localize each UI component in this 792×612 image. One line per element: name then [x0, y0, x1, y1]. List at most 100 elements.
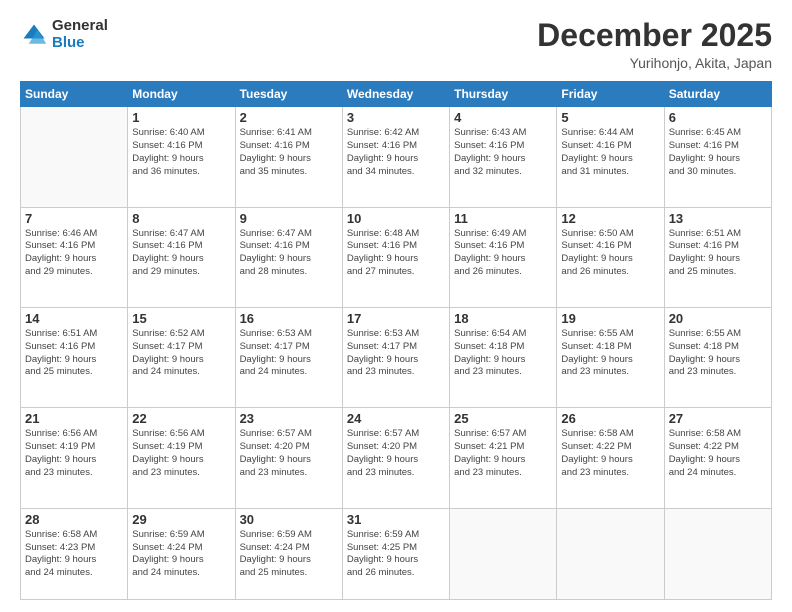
day-number: 15 — [132, 311, 230, 326]
calendar-cell: 8Sunrise: 6:47 AM Sunset: 4:16 PM Daylig… — [128, 207, 235, 307]
day-info: Sunrise: 6:51 AM Sunset: 4:16 PM Dayligh… — [25, 328, 123, 379]
day-info: Sunrise: 6:51 AM Sunset: 4:16 PM Dayligh… — [669, 228, 767, 279]
logo-text: General Blue — [52, 18, 108, 51]
calendar-cell: 11Sunrise: 6:49 AM Sunset: 4:16 PM Dayli… — [450, 207, 557, 307]
calendar-cell: 9Sunrise: 6:47 AM Sunset: 4:16 PM Daylig… — [235, 207, 342, 307]
day-info: Sunrise: 6:47 AM Sunset: 4:16 PM Dayligh… — [132, 228, 230, 279]
day-info: Sunrise: 6:58 AM Sunset: 4:22 PM Dayligh… — [561, 428, 659, 479]
calendar-cell: 21Sunrise: 6:56 AM Sunset: 4:19 PM Dayli… — [21, 408, 128, 508]
day-info: Sunrise: 6:57 AM Sunset: 4:20 PM Dayligh… — [347, 428, 445, 479]
day-number: 19 — [561, 311, 659, 326]
calendar-cell: 6 Sunrise: 6:45 AM Sunset: 4:16 PM Daylig… — [664, 107, 771, 207]
page: General Blue December 2025 Yurihonjo, Ak… — [0, 0, 792, 612]
calendar-table: Sunday Monday Tuesday Wednesday Thursday… — [20, 81, 772, 600]
day-number: 13 — [669, 211, 767, 226]
day-number: 18 — [454, 311, 552, 326]
logo: General Blue — [20, 18, 108, 51]
day-info: Sunrise: 6:45 AM Sunset: 4:16 PM Dayligh… — [669, 127, 767, 178]
calendar-cell: 3 Sunrise: 6:42 AM Sunset: 4:16 PM Daylig… — [342, 107, 449, 207]
week-row-3: 14 Sunrise: 6:51 AM Sunset: 4:16 PM Dayli… — [21, 307, 772, 407]
day-number: 7 — [25, 211, 123, 226]
logo-icon — [20, 21, 48, 49]
day-number: 2 — [240, 110, 338, 125]
calendar-cell: 25Sunrise: 6:57 AM Sunset: 4:21 PM Dayli… — [450, 408, 557, 508]
calendar-cell — [664, 508, 771, 599]
day-info: Sunrise: 6:57 AM Sunset: 4:20 PM Dayligh… — [240, 428, 338, 479]
calendar-cell: 26 Sunrise: 6:58 AM Sunset: 4:22 PM Dayli… — [557, 408, 664, 508]
day-info: Sunrise: 6:59 AM Sunset: 4:24 PM Dayligh… — [132, 529, 230, 580]
week-row-4: 21Sunrise: 6:56 AM Sunset: 4:19 PM Dayli… — [21, 408, 772, 508]
day-info: Sunrise: 6:41 AM Sunset: 4:16 PM Dayligh… — [240, 127, 338, 178]
day-info: Sunrise: 6:50 AM Sunset: 4:16 PM Dayligh… — [561, 228, 659, 279]
day-number: 31 — [347, 512, 445, 527]
day-number: 25 — [454, 411, 552, 426]
header-sunday: Sunday — [21, 82, 128, 107]
day-info: Sunrise: 6:59 AM Sunset: 4:24 PM Dayligh… — [240, 529, 338, 580]
day-info: Sunrise: 6:59 AM Sunset: 4:25 PM Dayligh… — [347, 529, 445, 580]
day-info: Sunrise: 6:56 AM Sunset: 4:19 PM Dayligh… — [132, 428, 230, 479]
day-number: 3 — [347, 110, 445, 125]
day-info: Sunrise: 6:47 AM Sunset: 4:16 PM Dayligh… — [240, 228, 338, 279]
calendar-cell: 5Sunrise: 6:44 AM Sunset: 4:16 PM Daylig… — [557, 107, 664, 207]
day-number: 1 — [132, 110, 230, 125]
calendar-cell: 2 Sunrise: 6:41 AM Sunset: 4:16 PM Daylig… — [235, 107, 342, 207]
day-number: 29 — [132, 512, 230, 527]
calendar-cell: 20Sunrise: 6:55 AM Sunset: 4:18 PM Dayli… — [664, 307, 771, 407]
day-number: 28 — [25, 512, 123, 527]
calendar-cell — [450, 508, 557, 599]
day-number: 11 — [454, 211, 552, 226]
calendar-cell: 16 Sunrise: 6:53 AM Sunset: 4:17 PM Dayli… — [235, 307, 342, 407]
day-number: 26 — [561, 411, 659, 426]
day-number: 23 — [240, 411, 338, 426]
day-number: 16 — [240, 311, 338, 326]
day-info: Sunrise: 6:40 AM Sunset: 4:16 PM Dayligh… — [132, 127, 230, 178]
header-saturday: Saturday — [664, 82, 771, 107]
day-number: 22 — [132, 411, 230, 426]
title-block: December 2025 Yurihonjo, Akita, Japan — [537, 18, 772, 71]
calendar-cell: 18 Sunrise: 6:54 AM Sunset: 4:18 PM Dayli… — [450, 307, 557, 407]
calendar-cell: 28 Sunrise: 6:58 AM Sunset: 4:23 PM Dayli… — [21, 508, 128, 599]
header-wednesday: Wednesday — [342, 82, 449, 107]
day-number: 24 — [347, 411, 445, 426]
header-friday: Friday — [557, 82, 664, 107]
day-number: 10 — [347, 211, 445, 226]
day-info: Sunrise: 6:55 AM Sunset: 4:18 PM Dayligh… — [561, 328, 659, 379]
day-info: Sunrise: 6:54 AM Sunset: 4:18 PM Dayligh… — [454, 328, 552, 379]
calendar-cell: 14 Sunrise: 6:51 AM Sunset: 4:16 PM Dayli… — [21, 307, 128, 407]
day-number: 30 — [240, 512, 338, 527]
calendar-cell: 24 Sunrise: 6:57 AM Sunset: 4:20 PM Dayli… — [342, 408, 449, 508]
day-info: Sunrise: 6:56 AM Sunset: 4:19 PM Dayligh… — [25, 428, 123, 479]
calendar-cell: 19 Sunrise: 6:55 AM Sunset: 4:18 PM Dayli… — [557, 307, 664, 407]
calendar-cell: 15Sunrise: 6:52 AM Sunset: 4:17 PM Dayli… — [128, 307, 235, 407]
location: Yurihonjo, Akita, Japan — [537, 55, 772, 71]
calendar-cell — [21, 107, 128, 207]
header-thursday: Thursday — [450, 82, 557, 107]
week-row-5: 28 Sunrise: 6:58 AM Sunset: 4:23 PM Dayli… — [21, 508, 772, 599]
day-number: 20 — [669, 311, 767, 326]
header-monday: Monday — [128, 82, 235, 107]
day-info: Sunrise: 6:42 AM Sunset: 4:16 PM Dayligh… — [347, 127, 445, 178]
day-number: 6 — [669, 110, 767, 125]
calendar-cell: 23 Sunrise: 6:57 AM Sunset: 4:20 PM Dayli… — [235, 408, 342, 508]
day-info: Sunrise: 6:58 AM Sunset: 4:23 PM Dayligh… — [25, 529, 123, 580]
day-number: 12 — [561, 211, 659, 226]
day-info: Sunrise: 6:46 AM Sunset: 4:16 PM Dayligh… — [25, 228, 123, 279]
logo-general-text: General — [52, 18, 108, 35]
day-info: Sunrise: 6:53 AM Sunset: 4:17 PM Dayligh… — [240, 328, 338, 379]
day-info: Sunrise: 6:58 AM Sunset: 4:22 PM Dayligh… — [669, 428, 767, 479]
day-info: Sunrise: 6:53 AM Sunset: 4:17 PM Dayligh… — [347, 328, 445, 379]
weekday-header-row: Sunday Monday Tuesday Wednesday Thursday… — [21, 82, 772, 107]
week-row-1: 1 Sunrise: 6:40 AM Sunset: 4:16 PM Daylig… — [21, 107, 772, 207]
calendar-cell — [557, 508, 664, 599]
calendar-cell: 17 Sunrise: 6:53 AM Sunset: 4:17 PM Dayli… — [342, 307, 449, 407]
calendar-cell: 13 Sunrise: 6:51 AM Sunset: 4:16 PM Dayli… — [664, 207, 771, 307]
calendar-cell: 29 Sunrise: 6:59 AM Sunset: 4:24 PM Dayli… — [128, 508, 235, 599]
header: General Blue December 2025 Yurihonjo, Ak… — [20, 18, 772, 71]
day-number: 14 — [25, 311, 123, 326]
calendar-cell: 10 Sunrise: 6:48 AM Sunset: 4:16 PM Dayli… — [342, 207, 449, 307]
day-number: 17 — [347, 311, 445, 326]
calendar-cell: 22 Sunrise: 6:56 AM Sunset: 4:19 PM Dayli… — [128, 408, 235, 508]
calendar-cell: 1 Sunrise: 6:40 AM Sunset: 4:16 PM Daylig… — [128, 107, 235, 207]
day-info: Sunrise: 6:48 AM Sunset: 4:16 PM Dayligh… — [347, 228, 445, 279]
calendar-cell: 7 Sunrise: 6:46 AM Sunset: 4:16 PM Daylig… — [21, 207, 128, 307]
